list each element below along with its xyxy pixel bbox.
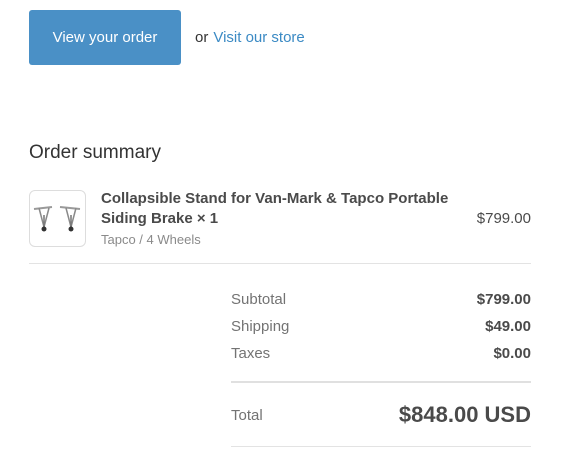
taxes-row: Taxes $0.00 — [231, 340, 531, 367]
product-thumbnail — [29, 190, 86, 247]
shipping-value: $49.00 — [485, 318, 531, 335]
shipping-label: Shipping — [231, 318, 290, 335]
product-name: Collapsible Stand for Van-Mark & Tapco P… — [101, 190, 449, 227]
product-price: $799.00 — [476, 210, 531, 227]
subtotal-label: Subtotal — [231, 291, 287, 308]
view-order-button[interactable]: View your order — [29, 10, 181, 65]
total-label: Total — [231, 406, 263, 424]
subtotal-row: Subtotal $799.00 — [231, 286, 531, 313]
product-line-item: Collapsible Stand for Van-Mark & Tapco P… — [29, 189, 531, 249]
order-summary-title: Order summary — [29, 142, 161, 163]
order-actions: View your order or Visit our store — [29, 10, 305, 65]
shipping-row: Shipping $49.00 — [231, 313, 531, 340]
divider — [29, 263, 531, 264]
product-details: Collapsible Stand for Van-Mark & Tapco P… — [101, 189, 461, 247]
subtotal-value: $799.00 — [476, 291, 531, 308]
total-amount: $848.00 USD — [398, 402, 531, 427]
bottom-divider — [231, 446, 531, 447]
taxes-label: Taxes — [231, 345, 271, 362]
taxes-value: $0.00 — [493, 345, 531, 362]
folding-stand-image — [33, 206, 81, 232]
or-separator-text: or — [195, 29, 209, 46]
visit-store-link[interactable]: Visit our store — [213, 29, 304, 46]
product-variant: Tapco / 4 Wheels — [101, 232, 201, 247]
cost-breakdown: Subtotal $799.00 Shipping $49.00 Taxes $… — [231, 286, 531, 367]
total-row: Total $848.00 USD — [231, 399, 531, 431]
total-divider — [231, 381, 531, 383]
